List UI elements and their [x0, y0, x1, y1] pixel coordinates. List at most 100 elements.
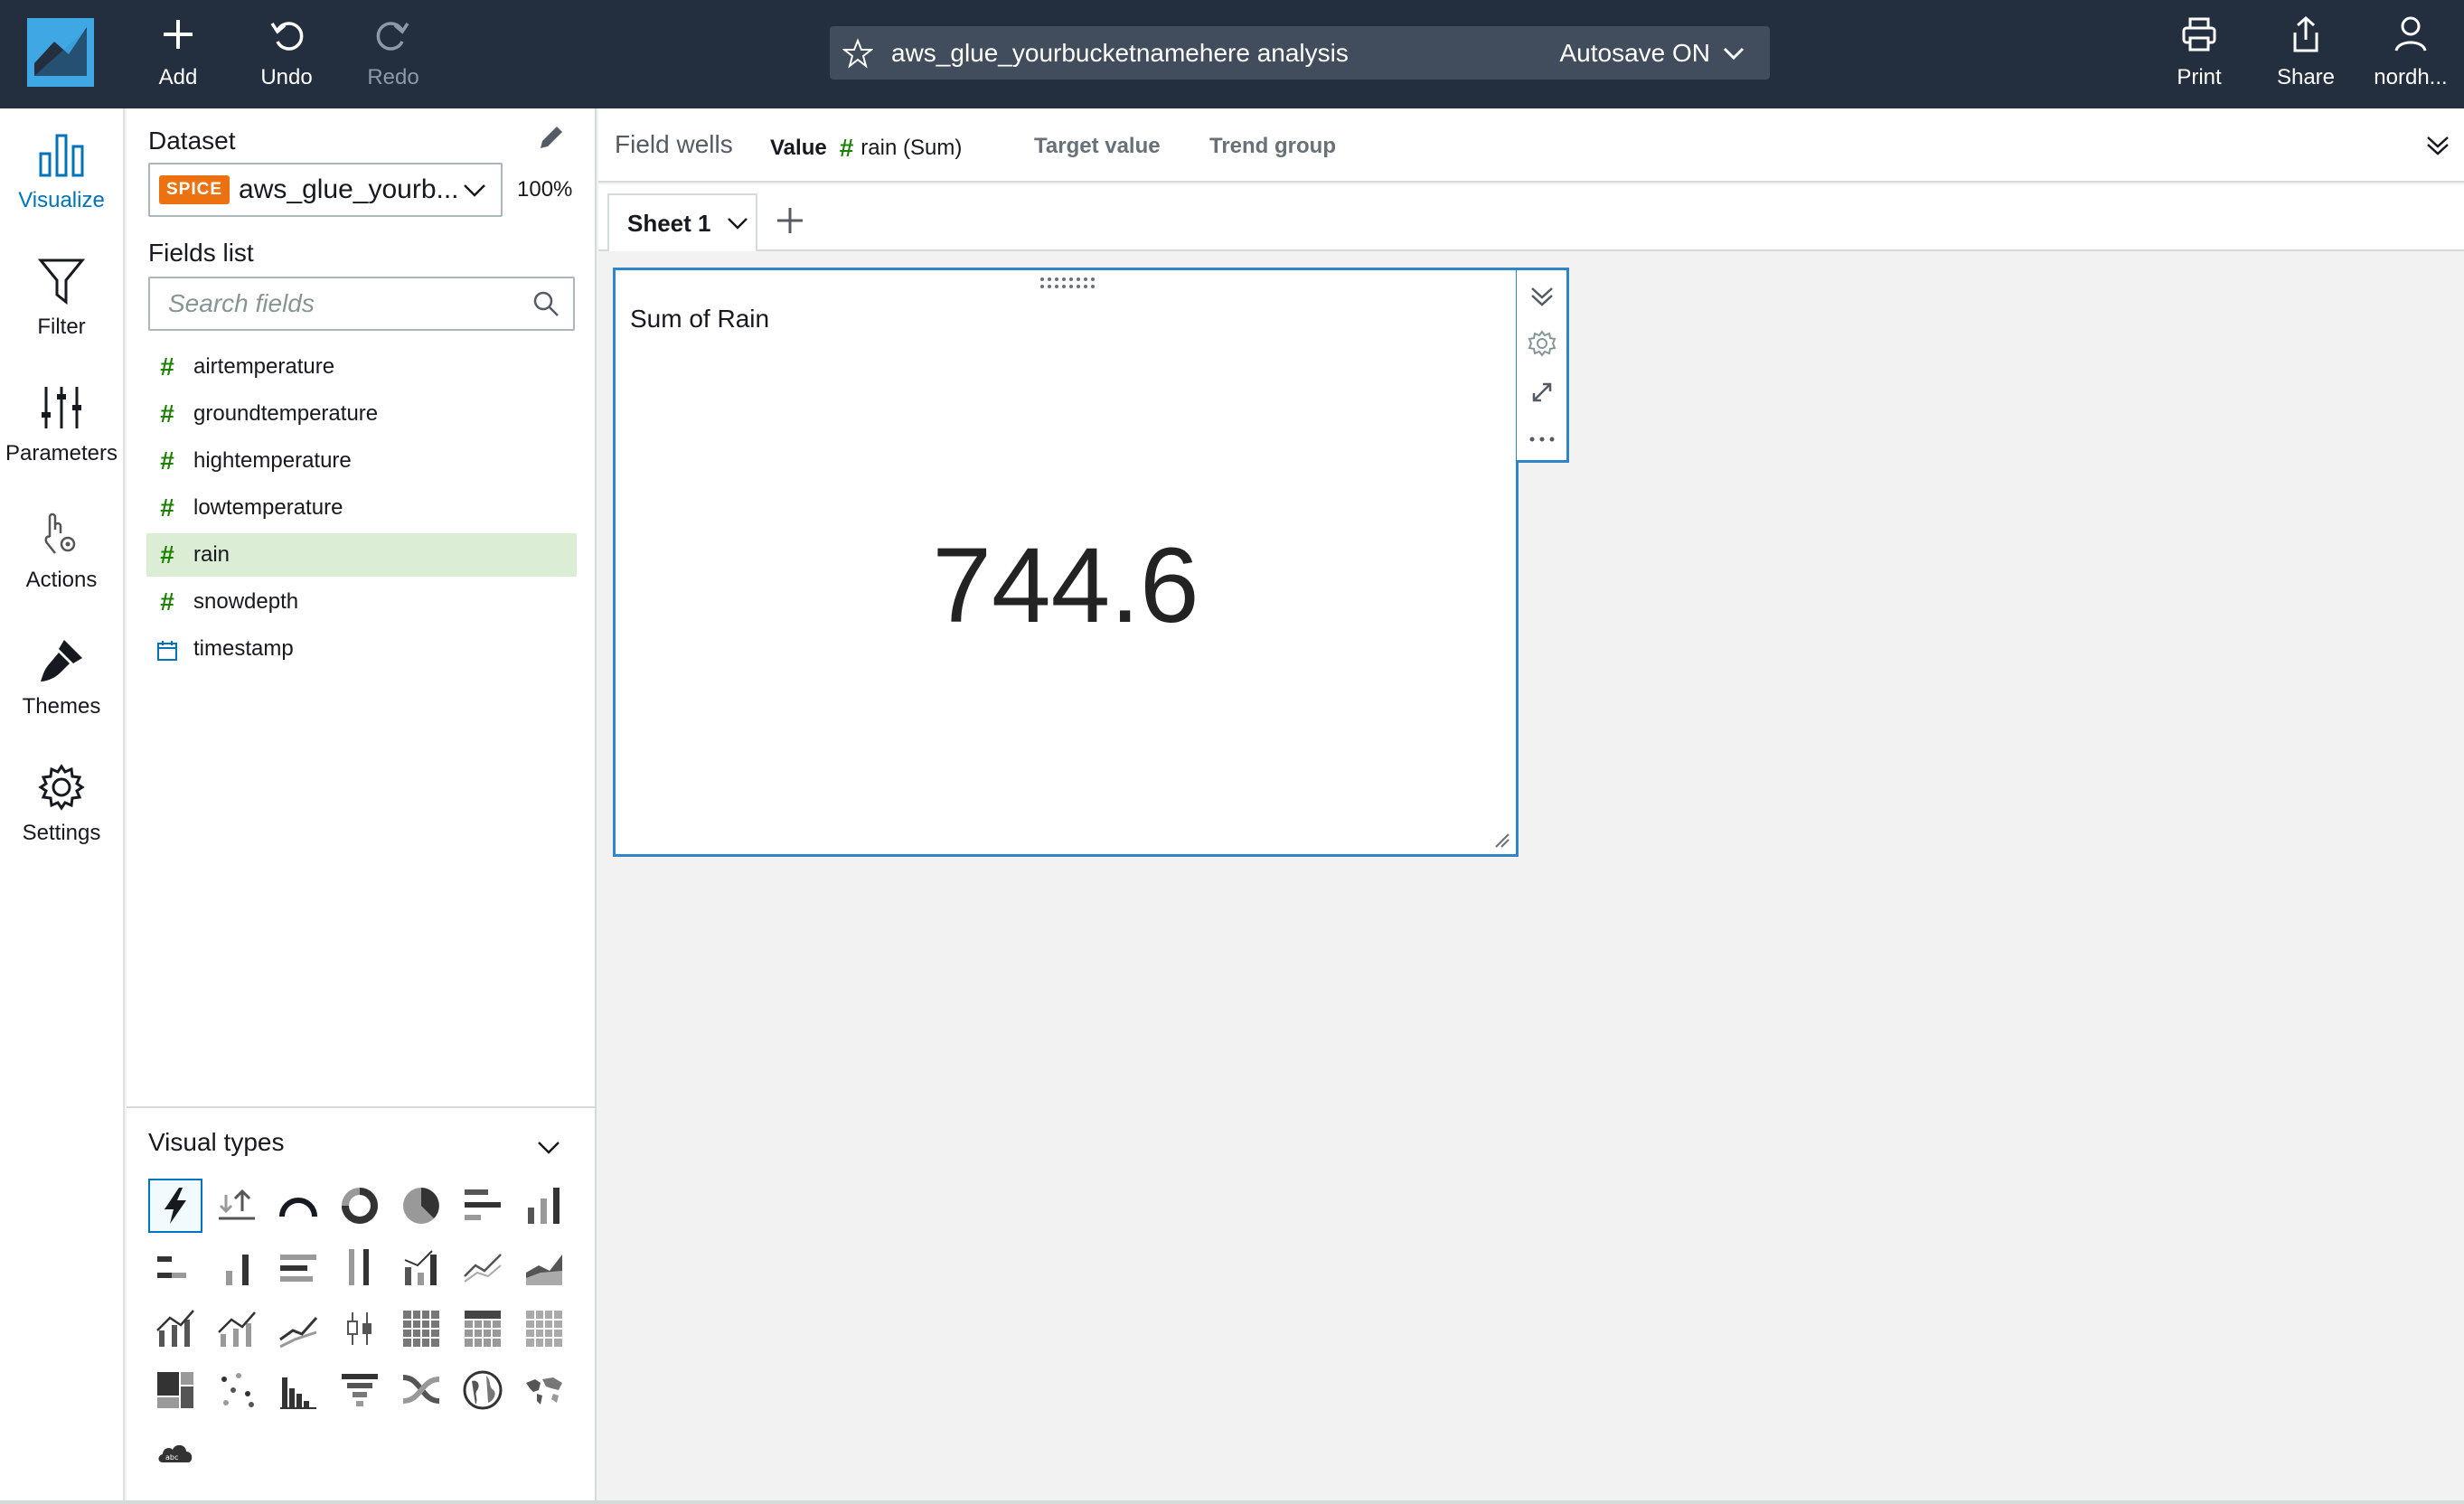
vt-trend-area[interactable] — [271, 1302, 325, 1356]
rail-item-themes[interactable]: Themes — [0, 636, 123, 754]
rail-item-settings[interactable]: Settings — [0, 763, 123, 880]
search-fields-box — [148, 277, 575, 331]
vt-filled-map[interactable] — [517, 1363, 571, 1417]
autosave-dropdown[interactable]: Autosave ON — [1559, 39, 1746, 68]
quicksight-logo[interactable] — [27, 18, 94, 87]
vt-stacked-vertical-bar[interactable] — [210, 1240, 264, 1294]
drag-handle-icon[interactable] — [1039, 276, 1095, 290]
vt-pie[interactable] — [394, 1179, 448, 1233]
vt-gauge[interactable] — [271, 1179, 325, 1233]
rail-label-parameters: Parameters — [5, 441, 118, 465]
visual-types-panel: Visual types abc — [127, 1106, 595, 1504]
add-sheet-icon[interactable] — [772, 202, 808, 239]
gear-icon[interactable] — [1527, 328, 1557, 359]
rail-item-visualize[interactable]: Visualize — [0, 130, 123, 248]
redo-button[interactable]: Redo — [343, 14, 443, 96]
sliders-icon — [42, 387, 81, 428]
tab-sheet-1[interactable]: Sheet 1 — [607, 193, 757, 251]
target-value-well[interactable]: Target value — [1034, 134, 1161, 159]
resize-handle-icon[interactable] — [1492, 831, 1510, 849]
vt-kpi[interactable] — [210, 1179, 264, 1233]
value-field-pill[interactable]: # rain (Sum) — [840, 134, 963, 163]
vt-sankey[interactable] — [394, 1363, 448, 1417]
expand-icon[interactable] — [1527, 377, 1557, 408]
rail-label-visualize: Visualize — [18, 188, 105, 212]
fields-list: # airtemperature # groundtemperature # h… — [146, 345, 577, 674]
rail-label-themes: Themes — [22, 694, 101, 719]
trend-group-well[interactable]: Trend group — [1209, 134, 1336, 159]
vt-pivot-table[interactable] — [456, 1302, 510, 1356]
search-icon[interactable] — [531, 289, 560, 318]
rail-label-filter: Filter — [37, 315, 86, 339]
vt-clustered-combo[interactable] — [210, 1302, 264, 1356]
gear-icon — [38, 764, 85, 811]
vt-line-chart[interactable] — [456, 1240, 510, 1294]
value-well[interactable]: Value # rain (Sum) — [770, 134, 962, 163]
clustered-combo-icon — [218, 1311, 256, 1347]
vt-heat-map[interactable] — [394, 1302, 448, 1356]
search-fields-input[interactable] — [168, 289, 531, 318]
vt-scatter-plot[interactable] — [210, 1363, 264, 1417]
vt-autograph[interactable] — [148, 1179, 202, 1233]
field-wells-title[interactable]: Field wells — [615, 130, 733, 159]
vt-geospatial-map[interactable] — [456, 1363, 510, 1417]
print-label: Print — [2177, 65, 2222, 89]
vt-tree-map[interactable] — [148, 1363, 202, 1417]
clustered-bar-icon — [280, 1255, 316, 1282]
value-well-label: Value — [770, 136, 827, 160]
double-chevron-down-icon[interactable] — [1527, 281, 1557, 312]
vt-vertical-bar[interactable] — [517, 1179, 571, 1233]
vt-donut[interactable] — [333, 1179, 387, 1233]
field-label: hightemperature — [193, 448, 352, 473]
rail-item-parameters[interactable]: Parameters — [0, 383, 123, 501]
target-value-label: Target value — [1034, 134, 1161, 158]
pencil-icon[interactable] — [535, 123, 566, 154]
fields-list-heading: Fields list — [148, 239, 254, 267]
kpi-visual[interactable]: Sum of Rain 744.6 — [613, 268, 1519, 857]
double-chevron-down-icon[interactable] — [2422, 130, 2453, 161]
vt-stacked-horizontal-bar[interactable] — [148, 1240, 202, 1294]
numeric-field-icon: # — [160, 588, 174, 616]
vt-clustered-horizontal-bar[interactable] — [271, 1240, 325, 1294]
field-item-airtemperature[interactable]: # airtemperature — [146, 345, 577, 389]
share-button[interactable]: Share — [2256, 14, 2356, 96]
rail-item-filter[interactable]: Filter — [0, 257, 123, 374]
undo-button[interactable]: Undo — [237, 14, 336, 96]
field-item-snowdepth[interactable]: # snowdepth — [146, 580, 577, 624]
field-item-groundtemperature[interactable]: # groundtemperature — [146, 392, 577, 436]
visual-types-heading: Visual types — [148, 1128, 285, 1156]
analysis-title[interactable]: aws_glue_yourbucketnamehere analysis — [891, 39, 1559, 68]
combo-chart-icon — [404, 1250, 437, 1285]
vt-area-chart[interactable] — [517, 1240, 571, 1294]
vt-bar-line-combo[interactable] — [148, 1302, 202, 1356]
add-button[interactable]: Add — [128, 14, 228, 96]
chevron-down-icon[interactable] — [533, 1132, 564, 1162]
stacked-column-icon — [226, 1255, 249, 1285]
vt-combo-chart[interactable] — [394, 1240, 448, 1294]
visual-title[interactable]: Sum of Rain — [630, 305, 769, 334]
vt-word-cloud[interactable]: abc — [148, 1424, 202, 1479]
vt-horizontal-bar[interactable] — [456, 1179, 510, 1233]
clustered-column-icon — [349, 1249, 369, 1285]
heat-map-icon — [403, 1311, 439, 1347]
vt-funnel[interactable] — [333, 1363, 387, 1417]
chevron-down-icon[interactable] — [724, 210, 751, 237]
globe-icon — [463, 1370, 503, 1410]
rail-item-actions[interactable]: Actions — [0, 510, 123, 627]
vt-table[interactable] — [517, 1302, 571, 1356]
field-item-hightemperature[interactable]: # hightemperature — [146, 439, 577, 483]
vt-histogram[interactable] — [271, 1363, 325, 1417]
vt-clustered-vertical-bar[interactable] — [333, 1240, 387, 1294]
field-item-lowtemperature[interactable]: # lowtemperature — [146, 486, 577, 530]
field-item-rain[interactable]: # rain — [146, 533, 577, 577]
dataset-dropdown[interactable]: SPICE aws_glue_yourb... — [148, 163, 503, 217]
print-button[interactable]: Print — [2149, 14, 2249, 96]
window-bottom-border — [0, 1500, 2464, 1504]
spice-percent: 100% — [517, 177, 573, 202]
vt-box-plot[interactable] — [333, 1302, 387, 1356]
star-icon[interactable] — [842, 37, 873, 69]
more-options-icon[interactable] — [1527, 424, 1557, 455]
field-item-timestamp[interactable]: timestamp — [146, 627, 577, 671]
numeric-field-icon: # — [160, 446, 174, 475]
user-menu-button[interactable]: nordh... — [2361, 14, 2460, 96]
